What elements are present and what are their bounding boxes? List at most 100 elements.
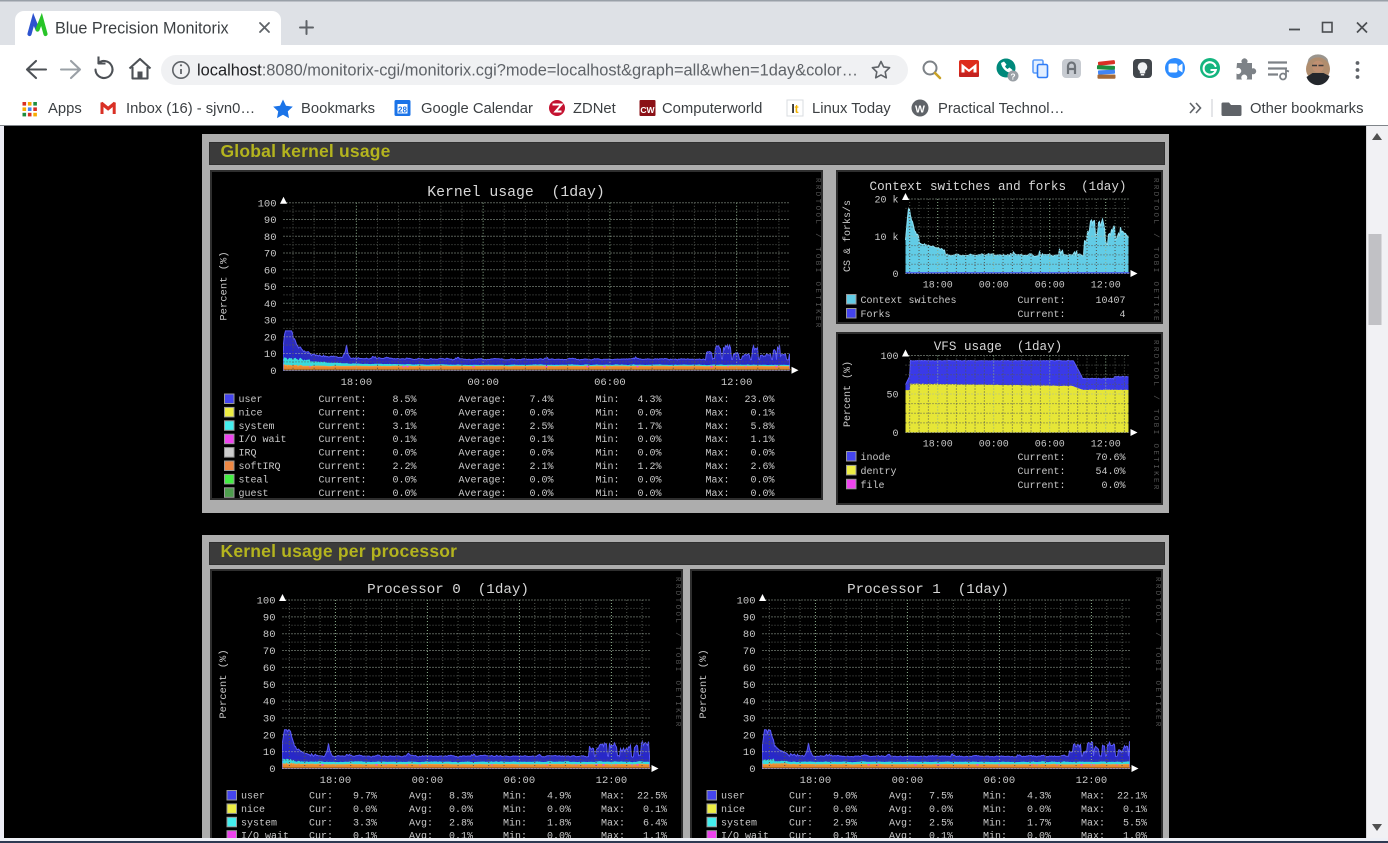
svg-text:1.7%: 1.7% [1026, 818, 1050, 829]
svg-text:Average:: Average: [458, 475, 506, 486]
svg-text:Max:: Max: [705, 395, 729, 406]
svg-text:Max:: Max: [601, 791, 625, 802]
svg-text:Current:: Current: [1017, 296, 1065, 307]
svg-text:Min:: Min: [983, 817, 1007, 829]
svg-text:20: 20 [742, 730, 755, 742]
svg-text:22.5%: 22.5% [636, 791, 666, 802]
svg-text:1.8%: 1.8% [546, 818, 570, 829]
svg-text:80: 80 [262, 629, 275, 641]
svg-text:Percent (%): Percent (%) [842, 360, 854, 426]
svg-text:Computerworld: Computerworld [662, 101, 762, 117]
svg-text:IRQ: IRQ [238, 448, 256, 459]
svg-text:0.0%: 0.0% [637, 475, 661, 486]
svg-text:0.0%: 0.0% [529, 488, 553, 497]
svg-text:0.1%: 0.1% [750, 408, 774, 419]
svg-text:22.1%: 22.1% [1116, 791, 1146, 802]
svg-text:10 k: 10 k [874, 231, 898, 243]
svg-text:Inbox (16) - sjvn0…: Inbox (16) - sjvn0… [126, 101, 255, 117]
svg-text:Percent (%): Percent (%) [698, 649, 710, 718]
svg-text:Percent (%): Percent (%) [218, 649, 230, 718]
svg-text:40: 40 [742, 696, 755, 708]
svg-text:Min:: Min: [983, 803, 1007, 815]
svg-text:9.0%: 9.0% [832, 791, 856, 802]
svg-text:RRDTOOL / TOBI OETIKER: RRDTOOL / TOBI OETIKER [813, 178, 821, 330]
svg-text:2.5%: 2.5% [928, 818, 952, 829]
svg-text:localhost:8080/monitorix-cgi/m: localhost:8080/monitorix-cgi/monitorix.c… [197, 62, 858, 80]
svg-text:80: 80 [263, 231, 276, 243]
svg-text:Avg:: Avg: [409, 818, 433, 829]
svg-text:12:00: 12:00 [1075, 775, 1107, 787]
svg-text:0.0%: 0.0% [637, 488, 661, 497]
svg-text:00:00: 00:00 [411, 775, 443, 787]
svg-text:0: 0 [270, 365, 276, 377]
svg-text:0: 0 [892, 429, 898, 440]
svg-text:?: ? [1010, 72, 1015, 82]
svg-text:6.4%: 6.4% [642, 818, 666, 829]
svg-text:steal: steal [238, 474, 268, 486]
svg-text:0.0%: 0.0% [352, 804, 376, 815]
svg-text:8.5%: 8.5% [392, 395, 416, 406]
svg-text:nice: nice [238, 407, 262, 419]
svg-text:0.0%: 0.0% [928, 804, 952, 815]
svg-text:Avg:: Avg: [409, 804, 433, 815]
svg-text:Bookmarks: Bookmarks [301, 101, 375, 117]
svg-text:Max:: Max: [601, 818, 625, 829]
svg-text:Min:: Min: [595, 394, 619, 406]
svg-text:Other bookmarks: Other bookmarks [1250, 101, 1363, 117]
svg-text:Current:: Current: [318, 448, 366, 459]
svg-text:50: 50 [886, 390, 898, 401]
svg-text:Min:: Min: [595, 407, 619, 419]
svg-text:2.9%: 2.9% [832, 818, 856, 829]
svg-text:00:00: 00:00 [467, 377, 499, 389]
svg-text:18:00: 18:00 [319, 775, 351, 787]
svg-text:0: 0 [892, 270, 898, 281]
svg-text:Average:: Average: [458, 408, 506, 419]
svg-text:nice: nice [241, 803, 265, 815]
svg-text:50: 50 [263, 282, 276, 294]
svg-text:20: 20 [263, 332, 276, 344]
svg-text:Max:: Max: [601, 804, 625, 815]
svg-text:20 k: 20 k [874, 194, 898, 206]
svg-text:Current:: Current: [318, 395, 366, 406]
svg-text:0.0%: 0.0% [832, 804, 856, 815]
svg-text:0.0%: 0.0% [529, 408, 553, 419]
svg-text:18:00: 18:00 [340, 377, 372, 389]
svg-text:4.9%: 4.9% [546, 791, 570, 802]
svg-text:90: 90 [263, 215, 276, 227]
svg-text:10: 10 [742, 747, 755, 759]
svg-text:54.0%: 54.0% [1095, 466, 1125, 477]
svg-text:0.0%: 0.0% [392, 408, 416, 419]
svg-text:06:00: 06:00 [503, 775, 535, 787]
svg-text:RRDTOOL / TOBI OETIKER: RRDTOOL / TOBI OETIKER [1151, 340, 1159, 492]
svg-text:Min:: Min: [503, 790, 527, 802]
svg-text:12:00: 12:00 [595, 775, 627, 787]
svg-text:10: 10 [262, 747, 275, 759]
svg-text:20: 20 [262, 730, 275, 742]
svg-text:0.0%: 0.0% [392, 448, 416, 459]
svg-text:70: 70 [263, 248, 276, 260]
svg-text:30: 30 [263, 315, 276, 327]
svg-text:Cur:: Cur: [789, 818, 813, 829]
svg-text:user: user [721, 791, 745, 802]
svg-text:Cur:: Cur: [789, 804, 813, 815]
svg-text:90: 90 [262, 612, 275, 624]
svg-text:lt: lt [791, 102, 798, 116]
svg-text:4: 4 [1119, 310, 1125, 321]
svg-text:Max:: Max: [1081, 791, 1105, 802]
svg-text:100: 100 [880, 352, 898, 363]
svg-text:30: 30 [742, 713, 755, 725]
svg-text:Min:: Min: [503, 817, 527, 829]
svg-text:Current:: Current: [318, 408, 366, 419]
svg-text:Min:: Min: [503, 803, 527, 815]
svg-text:Max:: Max: [705, 408, 729, 419]
svg-text:8.3%: 8.3% [448, 791, 472, 802]
svg-text:90: 90 [742, 612, 755, 624]
svg-text:Min:: Min: [595, 461, 619, 473]
svg-text:Average:: Average: [458, 448, 506, 459]
svg-text:100: 100 [256, 595, 275, 607]
svg-text:06:00: 06:00 [594, 377, 626, 389]
svg-text:system: system [721, 818, 757, 829]
svg-text:70.6%: 70.6% [1095, 453, 1125, 464]
svg-text:I/O wait: I/O wait [238, 434, 286, 446]
svg-text:softIRQ: softIRQ [238, 461, 280, 473]
